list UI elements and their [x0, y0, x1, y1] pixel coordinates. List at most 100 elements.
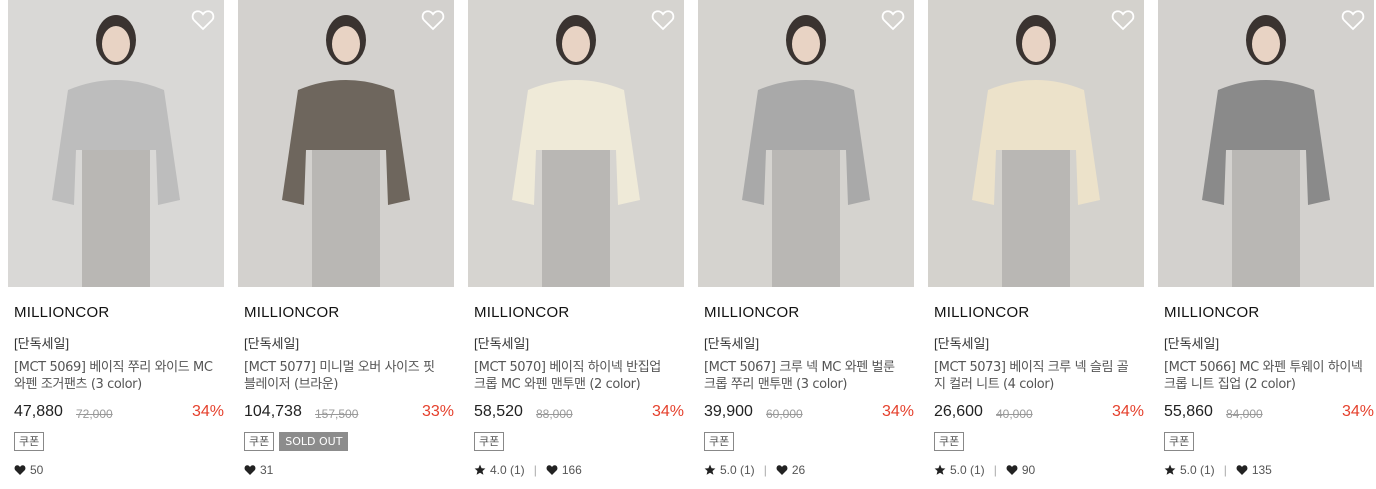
star-icon: [704, 464, 716, 475]
like-count: 50: [30, 463, 44, 477]
wishlist-heart-icon[interactable]: [1341, 9, 1365, 31]
product-card[interactable]: MILLIONCOR [단독세일] [MCT 5073] 베이직 크루 넥 슬림…: [928, 0, 1144, 489]
badges: 쿠폰: [934, 432, 965, 452]
product-image[interactable]: [698, 0, 914, 287]
rating-text: 5.0 (1): [1180, 463, 1215, 477]
price-row: 104,738 157,500 33%: [244, 403, 454, 425]
price-row: 39,900 60,000 34%: [704, 403, 914, 425]
price-row: 26,600 40,000 34%: [934, 403, 1144, 425]
product-card[interactable]: MILLIONCOR [단독세일] [MCT 5066] MC 와펜 투웨이 하…: [1158, 0, 1374, 489]
sale-price: 104,738: [244, 403, 302, 420]
discount-rate: 34%: [191, 403, 224, 420]
review-like-row: 5.0 (1) | 135: [1164, 462, 1272, 478]
like-count: 31: [260, 463, 274, 477]
like-heart-icon: [776, 465, 788, 475]
product-photo[interactable]: [1158, 0, 1374, 287]
product-image[interactable]: [468, 0, 684, 287]
promo-tag: [단독세일]: [244, 336, 300, 351]
sale-price: 58,520: [474, 403, 523, 420]
product-card[interactable]: MILLIONCOR [단독세일] [MCT 5069] 베이직 쭈리 와이드 …: [8, 0, 224, 489]
discount-rate: 34%: [1111, 403, 1144, 420]
product-image[interactable]: [928, 0, 1144, 287]
star-icon: [934, 464, 946, 475]
product-grid: MILLIONCOR [단독세일] [MCT 5069] 베이직 쭈리 와이드 …: [0, 0, 1376, 489]
brand-name[interactable]: MILLIONCOR: [934, 304, 1029, 321]
original-price: 88,000: [536, 407, 573, 421]
product-photo[interactable]: [468, 0, 684, 287]
product-name[interactable]: [MCT 5070] 베이직 하이넥 반집업 크롭 MC 와펜 맨투맨 (2 c…: [474, 359, 674, 393]
badges: 쿠폰: [1164, 432, 1195, 452]
divider: |: [763, 463, 767, 477]
discount-rate: 33%: [421, 403, 454, 420]
product-photo[interactable]: [928, 0, 1144, 287]
wishlist-heart-icon[interactable]: [651, 9, 675, 31]
product-image[interactable]: [8, 0, 224, 287]
promo-tag: [단독세일]: [934, 336, 990, 351]
badges: 쿠폰 SOLD OUT: [244, 432, 349, 452]
discount-rate: 34%: [651, 403, 684, 420]
like-heart-icon: [546, 465, 558, 475]
like-heart-icon: [14, 465, 26, 475]
original-price: 40,000: [996, 407, 1033, 421]
product-card[interactable]: MILLIONCOR [단독세일] [MCT 5067] 크루 넥 MC 와펜 …: [698, 0, 914, 489]
promo-tag: [단독세일]: [1164, 336, 1220, 351]
coupon-badge: 쿠폰: [14, 432, 45, 451]
sale-price: 47,880: [14, 403, 63, 420]
like-count: 26: [791, 463, 806, 477]
rating-text: 5.0 (1): [720, 463, 755, 477]
like-heart-icon: [244, 465, 256, 475]
review-like-row: 4.0 (1) | 166: [474, 462, 582, 478]
discount-rate: 34%: [881, 403, 914, 420]
like-count: 135: [1251, 463, 1272, 477]
product-image[interactable]: [238, 0, 454, 287]
wishlist-heart-icon[interactable]: [1111, 9, 1135, 31]
original-price: 157,500: [315, 407, 359, 421]
product-name[interactable]: [MCT 5073] 베이직 크루 넥 슬림 골지 컬러 니트 (4 color…: [934, 359, 1134, 393]
wishlist-heart-icon[interactable]: [421, 9, 445, 31]
coupon-badge: 쿠폰: [934, 432, 965, 451]
promo-tag: [단독세일]: [704, 336, 760, 351]
coupon-badge: 쿠폰: [244, 432, 275, 451]
product-name[interactable]: [MCT 5069] 베이직 쭈리 와이드 MC 와펜 조거팬츠 (3 colo…: [14, 359, 214, 393]
product-name[interactable]: [MCT 5077] 미니멀 오버 사이즈 핏 블레이저 (브라운): [244, 359, 444, 393]
product-card[interactable]: MILLIONCOR [단독세일] [MCT 5070] 베이직 하이넥 반집업…: [468, 0, 684, 489]
original-price: 84,000: [1226, 407, 1263, 421]
original-price: 60,000: [766, 407, 803, 421]
badges: 쿠폰: [704, 432, 735, 452]
promo-tag: [단독세일]: [14, 336, 70, 351]
original-price: 72,000: [76, 407, 113, 421]
star-icon: [474, 464, 486, 475]
promo-tag: [단독세일]: [474, 336, 530, 351]
wishlist-heart-icon[interactable]: [881, 9, 905, 31]
review-like-row: 5.0 (1) | 90: [934, 462, 1035, 478]
discount-rate: 34%: [1341, 403, 1374, 420]
rating-text: 4.0 (1): [490, 463, 525, 477]
sold-out-badge: SOLD OUT: [279, 432, 349, 451]
like-heart-icon: [1006, 465, 1018, 475]
brand-name[interactable]: MILLIONCOR: [1164, 304, 1259, 321]
star-icon: [1164, 464, 1176, 475]
coupon-badge: 쿠폰: [1164, 432, 1195, 451]
like-count: 90: [1021, 463, 1036, 477]
brand-name[interactable]: MILLIONCOR: [474, 304, 569, 321]
brand-name[interactable]: MILLIONCOR: [244, 304, 339, 321]
product-photo[interactable]: [8, 0, 224, 287]
brand-name[interactable]: MILLIONCOR: [704, 304, 799, 321]
review-like-row: 31: [244, 462, 273, 478]
product-photo[interactable]: [238, 0, 454, 287]
like-count: 166: [561, 463, 582, 477]
price-row: 47,880 72,000 34%: [14, 403, 224, 425]
rating-text: 5.0 (1): [950, 463, 985, 477]
wishlist-heart-icon[interactable]: [191, 9, 215, 31]
badges: 쿠폰: [474, 432, 505, 452]
coupon-badge: 쿠폰: [474, 432, 505, 451]
brand-name[interactable]: MILLIONCOR: [14, 304, 109, 321]
product-card[interactable]: MILLIONCOR [단독세일] [MCT 5077] 미니멀 오버 사이즈 …: [238, 0, 454, 489]
divider: |: [993, 463, 997, 477]
review-like-row: 5.0 (1) | 26: [704, 462, 805, 478]
product-photo[interactable]: [698, 0, 914, 287]
product-name[interactable]: [MCT 5066] MC 와펜 투웨이 하이넥 크롭 니트 집업 (2 col…: [1164, 359, 1364, 393]
product-image[interactable]: [1158, 0, 1374, 287]
sale-price: 39,900: [704, 403, 753, 420]
product-name[interactable]: [MCT 5067] 크루 넥 MC 와펜 벌룬 크롭 쭈리 맨투맨 (3 co…: [704, 359, 904, 393]
